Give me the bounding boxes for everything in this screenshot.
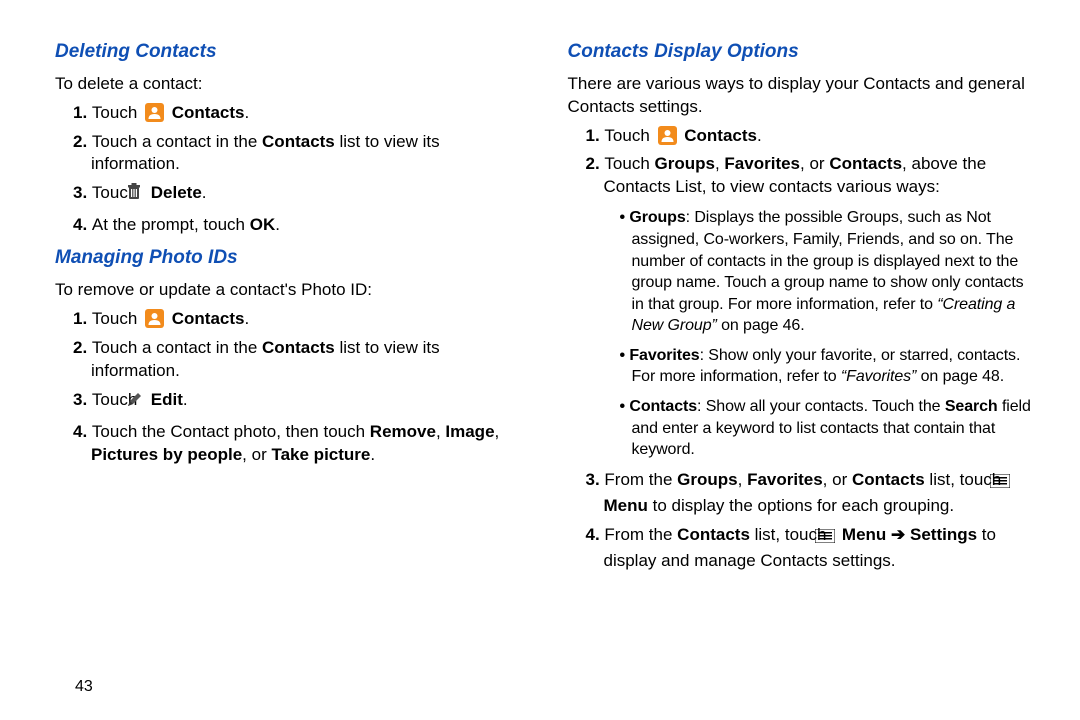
bullets-list: Groups: Displays the possible Groups, su…	[604, 207, 1036, 461]
steps-list: 1. Touch Contacts. 2. Touch Groups, Favo…	[568, 125, 1036, 573]
step-item: 1. Touch Contacts.	[73, 308, 523, 331]
right-column: Contacts Display Options There are vario…	[568, 35, 1036, 581]
step-item: 1. Touch Contacts.	[586, 125, 1036, 148]
intro-text: To delete a contact:	[55, 73, 523, 96]
bullet-item: Contacts: Show all your contacts. Touch …	[620, 396, 1036, 461]
step-item: 3. Touch Delete.	[73, 182, 523, 208]
left-column: Deleting Contacts To delete a contact: 1…	[55, 35, 523, 581]
page-number: 43	[75, 676, 93, 698]
step-item: 1. Touch Contacts.	[73, 102, 523, 125]
heading-deleting-contacts: Deleting Contacts	[55, 39, 523, 65]
step-item: 4. From the Contacts list, touch Menu ➔ …	[586, 524, 1036, 573]
step-item: 4. Touch the Contact photo, then touch R…	[73, 421, 523, 467]
steps-list: 1. Touch Contacts. 2. Touch a contact in…	[55, 308, 523, 467]
steps-list: 1. Touch Contacts. 2. Touch a contact in…	[55, 102, 523, 238]
step-item: 2. Touch a contact in the Contacts list …	[73, 337, 523, 383]
step-item: 4. At the prompt, touch OK.	[73, 214, 523, 237]
intro-text: There are various ways to display your C…	[568, 73, 1036, 119]
step-item: 2. Touch a contact in the Contacts list …	[73, 131, 523, 177]
step-item: 2. Touch Groups, Favorites, or Contacts,…	[586, 153, 1036, 460]
bullet-item: Favorites: Show only your favorite, or s…	[620, 345, 1036, 388]
contacts-icon	[145, 103, 164, 122]
intro-text: To remove or update a contact's Photo ID…	[55, 279, 523, 302]
menu-icon	[1008, 472, 1010, 495]
heading-contacts-display-options: Contacts Display Options	[568, 39, 1036, 65]
step-item: 3. Touch Edit.	[73, 389, 523, 415]
menu-icon	[833, 527, 835, 550]
contacts-icon	[145, 309, 164, 328]
step-item: 3. From the Groups, Favorites, or Contac…	[586, 469, 1036, 518]
heading-managing-photo-ids: Managing Photo IDs	[55, 245, 523, 271]
bullet-item: Groups: Displays the possible Groups, su…	[620, 207, 1036, 337]
contacts-icon	[658, 126, 677, 145]
